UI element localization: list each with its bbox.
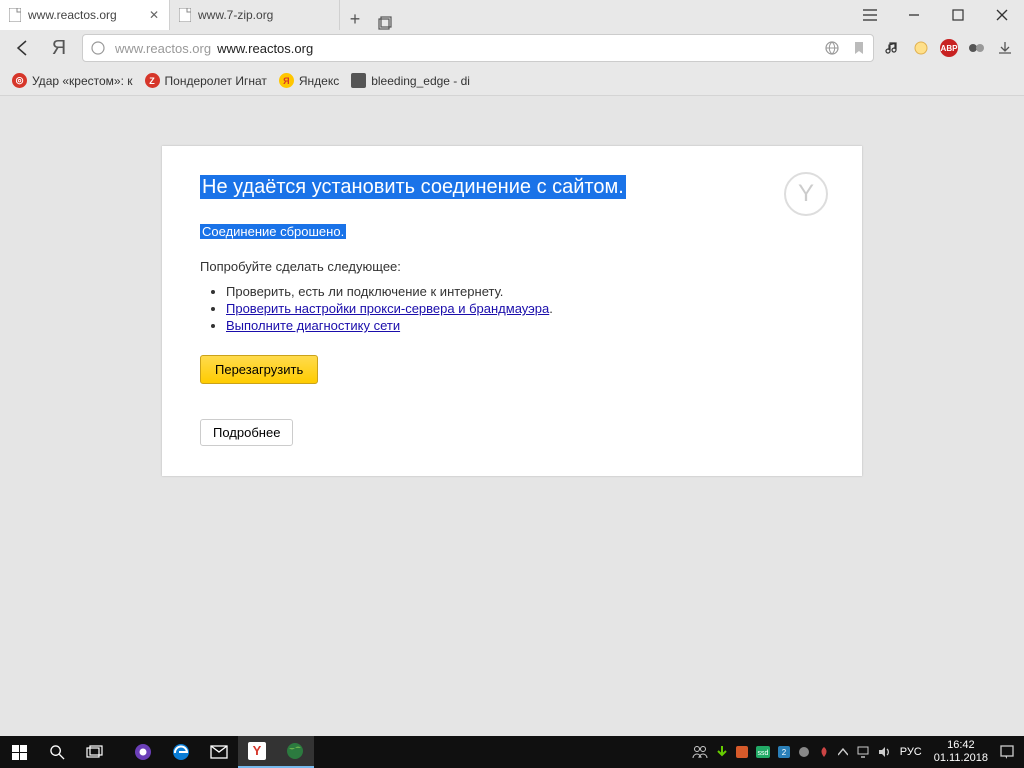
tray-network-icon[interactable] — [852, 736, 874, 768]
back-button[interactable] — [10, 35, 36, 61]
yandex-logo-icon[interactable]: Я — [46, 35, 72, 61]
new-tab-button[interactable]: + — [340, 9, 370, 30]
page-icon — [178, 8, 192, 22]
maximize-button[interactable] — [936, 0, 980, 30]
tray-download-icon[interactable] — [712, 736, 732, 768]
search-button[interactable] — [38, 736, 76, 768]
tab-7zip[interactable]: www.7-zip.org — [170, 0, 340, 30]
folder-icon — [351, 73, 366, 88]
music-extension-icon[interactable] — [884, 39, 902, 57]
tab-title: www.reactos.org — [28, 8, 141, 22]
extension-icon[interactable] — [912, 39, 930, 57]
site-info-icon[interactable] — [87, 41, 109, 55]
translate-icon[interactable] — [821, 41, 843, 55]
taskbar: Y ssd 2 РУС 16:42 01.11.2018 — [0, 736, 1024, 768]
svg-text:2: 2 — [781, 748, 786, 757]
details-button[interactable]: Подробнее — [200, 419, 293, 446]
favicon: ◎ — [12, 73, 27, 88]
error-card: Y Не удаётся установить соединение с сай… — [162, 146, 862, 476]
taskbar-app-yandex-browser[interactable]: Y — [238, 736, 276, 768]
taskbar-app-globe[interactable] — [276, 736, 314, 768]
suggestion-item: Проверить настройки прокси-сервера и бра… — [226, 301, 824, 316]
downloads-icon[interactable] — [996, 39, 1014, 57]
page-content: Y Не удаётся установить соединение с сай… — [0, 96, 1024, 736]
tray-volume-icon[interactable] — [874, 736, 896, 768]
taskbar-app-edge[interactable] — [162, 736, 200, 768]
svg-text:ssd: ssd — [757, 750, 768, 757]
suggestion-item: Выполните диагностику сети — [226, 318, 824, 333]
tray-icon[interactable] — [794, 736, 814, 768]
bookmark-label: Удар «крестом»: к — [32, 74, 133, 88]
clock-time: 16:42 — [934, 739, 988, 752]
clock-date: 01.11.2018 — [934, 752, 988, 765]
network-diagnostics-link[interactable]: Выполните диагностику сети — [226, 318, 400, 333]
error-suggestions: Проверить, есть ли подключение к интерне… — [226, 284, 824, 333]
bookmark-icon[interactable] — [849, 41, 869, 55]
error-title: Не удаётся установить соединение с сайто… — [200, 175, 626, 199]
bookmark-label: Яндекс — [299, 74, 339, 88]
bookmark-item[interactable]: ◎ Удар «крестом»: к — [12, 73, 133, 88]
proxy-settings-link[interactable]: Проверить настройки прокси-сервера и бра… — [226, 301, 549, 316]
tab-title: www.7-zip.org — [198, 8, 331, 22]
minimize-button[interactable] — [892, 0, 936, 30]
close-window-button[interactable] — [980, 0, 1024, 30]
favicon: Я — [279, 73, 294, 88]
tab-reactos[interactable]: www.reactos.org ✕ — [0, 0, 170, 30]
address-host-gray: www.reactos.org — [115, 41, 211, 56]
bookmark-item[interactable]: bleeding_edge - di — [351, 73, 470, 88]
tabs-overview-icon[interactable] — [370, 16, 400, 30]
notifications-icon[interactable] — [996, 736, 1018, 768]
bookmark-item[interactable]: Я Яндекс — [279, 73, 339, 88]
adblock-icon[interactable]: ABP — [940, 39, 958, 57]
tray-icon[interactable] — [814, 736, 834, 768]
bookmark-item[interactable]: Z Пондеролет Игнат — [145, 73, 267, 88]
suggestion-item: Проверить, есть ли подключение к интерне… — [226, 284, 824, 299]
tray-ssd-icon[interactable]: ssd — [752, 736, 774, 768]
tray-icon[interactable]: 2 — [774, 736, 794, 768]
extension-icon-2[interactable] — [968, 39, 986, 57]
tray-chevron-up-icon[interactable] — [834, 736, 852, 768]
error-subtitle: Соединение сброшено. — [200, 224, 346, 239]
reload-button[interactable]: Перезагрузить — [200, 355, 318, 384]
tab-close-icon[interactable]: ✕ — [147, 8, 161, 22]
yandex-logo-icon: Y — [784, 172, 828, 216]
task-view-button[interactable] — [76, 736, 114, 768]
menu-button[interactable] — [848, 0, 892, 30]
tray-people-icon[interactable] — [688, 736, 712, 768]
bookmark-label: Пондеролет Игнат — [165, 74, 267, 88]
language-indicator[interactable]: РУС — [896, 736, 926, 768]
tray-icon[interactable] — [732, 736, 752, 768]
page-icon — [8, 8, 22, 22]
svg-text:Y: Y — [253, 743, 262, 758]
taskbar-app-mail[interactable] — [200, 736, 238, 768]
error-try-label: Попробуйте сделать следующее: — [200, 259, 824, 274]
start-button[interactable] — [0, 736, 38, 768]
address-bar[interactable]: www.reactos.org www.reactos.org — [82, 34, 874, 62]
bookmark-label: bleeding_edge - di — [371, 74, 470, 88]
address-host: www.reactos.org — [217, 41, 815, 56]
favicon: Z — [145, 73, 160, 88]
clock[interactable]: 16:42 01.11.2018 — [926, 739, 996, 764]
taskbar-app-alisa[interactable] — [124, 736, 162, 768]
